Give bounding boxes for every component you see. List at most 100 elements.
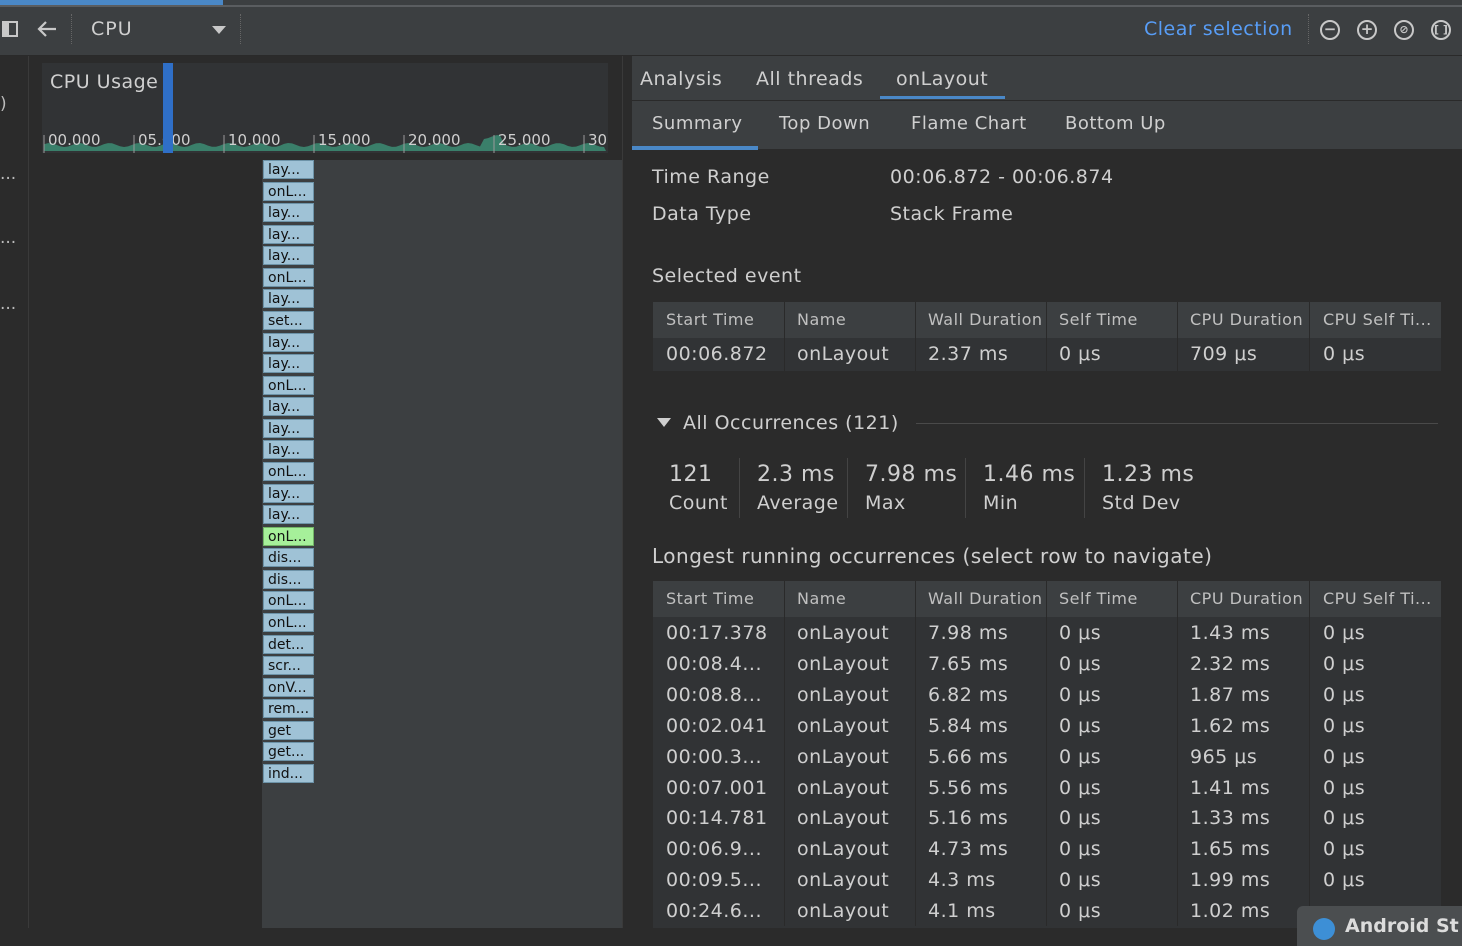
toolbar-divider xyxy=(0,5,1462,7)
tab-flame-chart[interactable]: Flame Chart xyxy=(911,113,1027,134)
column-header[interactable]: Wall Duration xyxy=(928,310,1043,329)
tab-analysis[interactable]: Analysis xyxy=(640,68,722,90)
zoom-to-selection-icon[interactable]: [ ] xyxy=(1431,20,1451,40)
stat-divider xyxy=(1084,458,1085,518)
call-frame[interactable]: lay... xyxy=(263,397,314,417)
table-cell: 6.82 ms xyxy=(928,683,1009,706)
table-cell: 5.66 ms xyxy=(928,745,1009,768)
rail-text: ... xyxy=(0,228,17,248)
column-header[interactable]: Self Time xyxy=(1059,589,1138,608)
call-frame[interactable]: ind... xyxy=(263,764,314,783)
column-header[interactable]: CPU Self Ti... xyxy=(1323,310,1432,329)
call-frame[interactable]: onL... xyxy=(263,591,314,611)
active-tab-indicator xyxy=(632,146,758,150)
call-frame[interactable]: set... xyxy=(263,311,314,330)
table-cell: 1.02 ms xyxy=(1190,900,1271,923)
table-cell: 2.37 ms xyxy=(928,343,1009,365)
collapse-triangle-icon[interactable] xyxy=(657,418,671,427)
call-frame[interactable]: onL... xyxy=(263,181,314,201)
call-frame[interactable]: dis... xyxy=(263,548,314,568)
column-divider xyxy=(1177,302,1178,371)
table-cell: onLayout xyxy=(797,900,890,923)
all-occurrences-header[interactable]: All Occurrences (121) xyxy=(683,412,899,434)
selected-event-title: Selected event xyxy=(652,265,802,287)
zoom-out-icon[interactable]: − xyxy=(1320,20,1340,40)
call-frame[interactable]: lay... xyxy=(263,332,314,352)
chevron-down-icon[interactable] xyxy=(212,26,226,34)
rail-text: ... xyxy=(0,164,17,184)
call-frame[interactable]: onL... xyxy=(263,613,314,632)
time-range-value: 00:06.872 - 00:06.874 xyxy=(890,166,1114,188)
column-header[interactable]: Start Time xyxy=(666,310,754,329)
column-header[interactable]: Self Time xyxy=(1059,310,1138,329)
call-frame[interactable]: onL... xyxy=(263,375,314,395)
toggle-sidebar-icon[interactable] xyxy=(2,20,18,40)
table-cell: 0 μs xyxy=(1059,683,1102,706)
call-frame[interactable]: lay... xyxy=(263,160,314,179)
table-cell: 00:00.3... xyxy=(666,745,763,768)
table-cell: 5.56 ms xyxy=(928,776,1009,799)
reset-zoom-icon[interactable]: ⊘ xyxy=(1394,20,1414,40)
clear-selection-link[interactable]: Clear selection xyxy=(1144,18,1293,40)
call-frame[interactable]: scr... xyxy=(263,656,314,676)
column-header[interactable]: Start Time xyxy=(666,589,754,608)
column-header[interactable]: CPU Duration xyxy=(1190,310,1303,329)
call-frame[interactable]: lay... xyxy=(263,203,314,223)
call-frame[interactable]: lay... xyxy=(263,224,314,244)
column-header[interactable]: CPU Duration xyxy=(1190,589,1303,608)
table-cell: 1.87 ms xyxy=(1190,683,1271,706)
call-frame[interactable]: rem... xyxy=(263,699,314,719)
table-cell: 0 μs xyxy=(1323,745,1366,768)
table-cell: onLayout xyxy=(797,714,890,737)
tab-bottom-up[interactable]: Bottom Up xyxy=(1065,113,1166,134)
back-arrow-icon[interactable] xyxy=(36,20,58,43)
tab-onlayout[interactable]: onLayout xyxy=(896,68,988,90)
table-cell: 00:08.4... xyxy=(666,652,763,675)
column-header[interactable]: Wall Duration xyxy=(928,589,1043,608)
table-cell: onLayout xyxy=(797,869,890,892)
tab-all-threads[interactable]: All threads xyxy=(756,68,863,90)
call-frame[interactable]: lay... xyxy=(263,505,314,525)
table-cell: onLayout xyxy=(797,838,890,861)
column-header[interactable]: CPU Self Ti... xyxy=(1323,589,1432,608)
stat-value: 121 xyxy=(669,462,713,487)
table-cell: 0 μs xyxy=(1059,745,1102,768)
table-cell: onLayout xyxy=(797,807,890,830)
stat-label: Min xyxy=(983,492,1019,514)
call-frame[interactable]: get... xyxy=(263,742,314,762)
column-header[interactable]: Name xyxy=(797,589,846,608)
call-frame[interactable]: get xyxy=(263,720,314,740)
tab-summary[interactable]: Summary xyxy=(652,113,743,134)
table-cell: onLayout xyxy=(797,622,890,644)
call-frame[interactable]: det... xyxy=(263,634,314,654)
table-cell: 00:14.781 xyxy=(666,807,768,830)
table-cell: 00:06.872 xyxy=(666,343,768,365)
table-cell: 1.41 ms xyxy=(1190,776,1271,799)
table-cell: 1.99 ms xyxy=(1190,869,1271,892)
zoom-in-icon[interactable]: + xyxy=(1357,20,1377,40)
table-cell: 0 μs xyxy=(1323,838,1366,861)
table-cell: 00:08.8... xyxy=(666,683,763,706)
column-divider xyxy=(784,302,785,371)
call-frame[interactable]: lay... xyxy=(263,483,314,503)
call-frame[interactable]: onL... xyxy=(263,526,314,546)
stat-label: Max xyxy=(865,492,906,514)
call-frame[interactable]: lay... xyxy=(263,354,314,374)
call-frame[interactable]: onV... xyxy=(263,677,314,697)
call-frame[interactable]: dis... xyxy=(263,569,314,589)
table-cell: 2.32 ms xyxy=(1190,652,1271,675)
tab-top-down[interactable]: Top Down xyxy=(779,113,870,134)
table-cell: 0 μs xyxy=(1323,869,1366,892)
call-frame[interactable]: lay... xyxy=(263,418,314,438)
table-cell: 00:09.5... xyxy=(666,869,763,892)
column-divider xyxy=(1046,302,1047,371)
call-frame[interactable]: lay... xyxy=(263,289,314,309)
call-frame[interactable]: onL... xyxy=(263,267,314,287)
table-cell: 0 μs xyxy=(1323,776,1366,799)
call-frame[interactable]: onL... xyxy=(263,462,314,481)
call-chart-area[interactable] xyxy=(262,160,622,928)
call-frame[interactable]: lay... xyxy=(263,246,314,266)
column-header[interactable]: Name xyxy=(797,310,846,329)
call-frame[interactable]: lay... xyxy=(263,440,314,460)
table-cell: 1.43 ms xyxy=(1190,622,1271,644)
